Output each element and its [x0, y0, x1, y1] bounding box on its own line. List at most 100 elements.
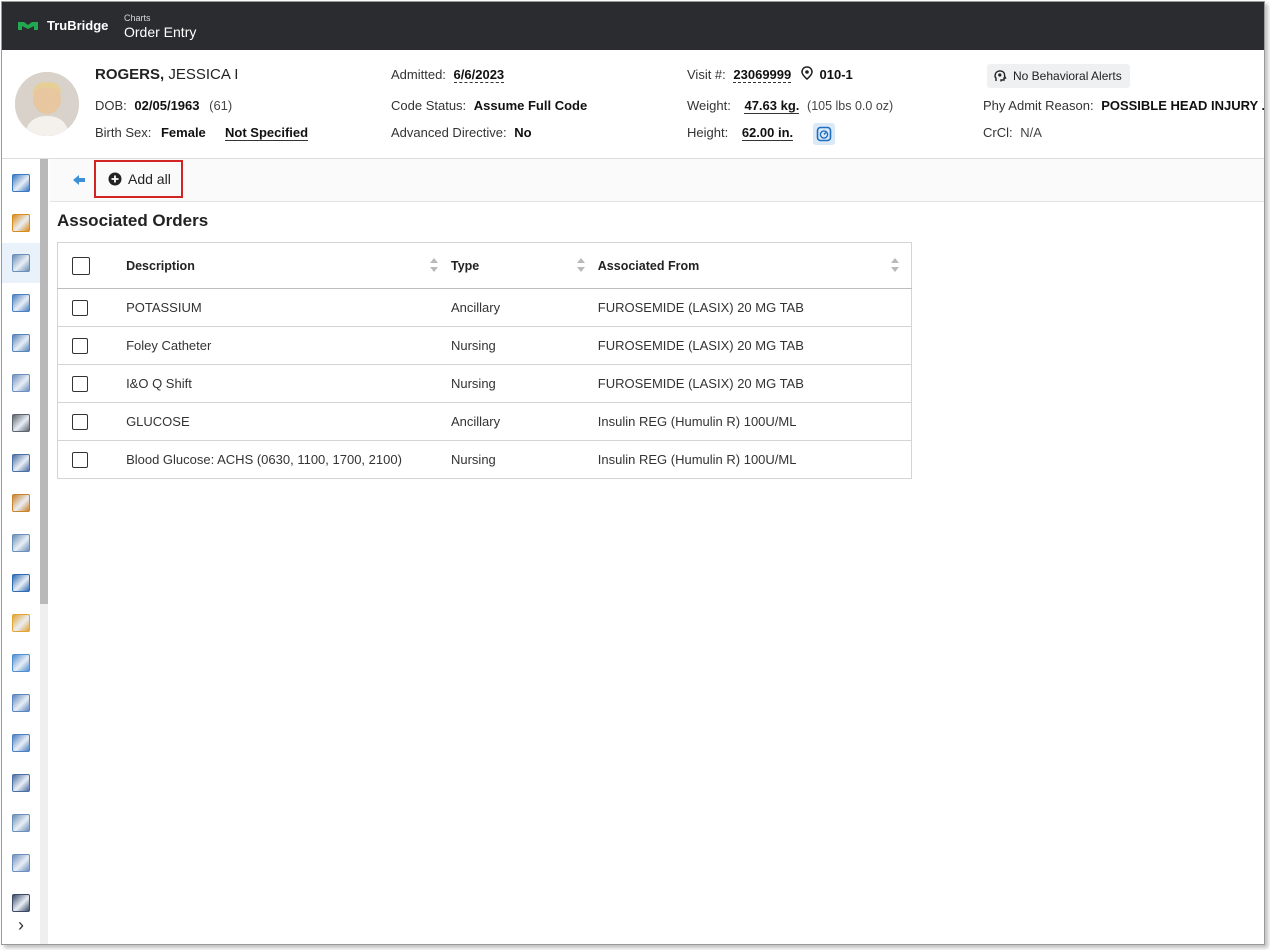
plus-circle-icon [108, 172, 122, 186]
physician-orders-icon [12, 254, 30, 272]
behavioral-head-icon [994, 70, 1007, 82]
provider-icon [12, 814, 30, 832]
sidebar-item[interactable] [2, 563, 40, 603]
sort-icon[interactable] [891, 258, 899, 272]
sidebar-item[interactable] [2, 843, 40, 883]
table-row[interactable]: I&O Q Shift Nursing FUROSEMIDE (LASIX) 2… [57, 364, 912, 403]
select-all-checkbox[interactable] [72, 256, 90, 275]
sidebar-item[interactable] [2, 723, 40, 763]
table-row[interactable]: Blood Glucose: ACHS (0630, 1100, 1700, 2… [57, 440, 912, 479]
sidebar-item[interactable] [2, 483, 40, 523]
scale-button[interactable] [813, 123, 835, 145]
row-description: I&O Q Shift [125, 364, 450, 403]
gender-identity-value[interactable]: Not Specified [225, 125, 309, 141]
row-type: Ancillary [449, 288, 597, 327]
column-header-type[interactable]: Type [449, 242, 597, 289]
code-status-value: Assume Full Code [473, 98, 588, 113]
gender-identity-field[interactable]: Not Specified [225, 125, 309, 141]
medical-folder-icon [12, 614, 30, 632]
pharmacy-icon [12, 334, 30, 352]
weight-label: Weight: [687, 98, 731, 113]
sidebar-item[interactable] [2, 803, 40, 843]
weight-value[interactable]: 47.63 kg. [744, 98, 800, 114]
row-checkbox[interactable] [72, 451, 88, 468]
expand-sidebar-chevron-icon[interactable]: › [2, 906, 40, 944]
row-checkbox[interactable] [72, 337, 88, 354]
birth-sex-value: Female [160, 125, 206, 140]
row-associated-from: FUROSEMIDE (LASIX) 20 MG TAB [596, 288, 912, 327]
row-checkbox[interactable] [72, 413, 88, 430]
sidebar-item[interactable] [2, 443, 40, 483]
global-icon [12, 574, 30, 592]
dob-value: 02/05/1963 [134, 98, 200, 113]
allergy-alert-icon [12, 214, 30, 232]
add-all-label: Add all [128, 171, 171, 187]
sidebar-item[interactable] [2, 763, 40, 803]
sidebar-item[interactable] [2, 603, 40, 643]
advanced-directive-label: Advanced Directive: [391, 125, 507, 140]
row-checkbox[interactable] [72, 375, 88, 392]
sidebar-item[interactable] [2, 643, 40, 683]
behavioral-alert-badge[interactable]: No Behavioral Alerts [987, 64, 1130, 88]
crcl-label: CrCl: [983, 125, 1013, 140]
medications-icon [12, 294, 30, 312]
behavioral-alert-text: No Behavioral Alerts [1013, 69, 1122, 83]
sidebar-item[interactable] [2, 163, 40, 203]
sidebar-item[interactable] [2, 683, 40, 723]
code-status-label: Code Status: [391, 98, 467, 113]
device-icon [12, 414, 30, 432]
back-arrow-icon[interactable] [72, 173, 86, 187]
sort-icon[interactable] [576, 258, 585, 272]
sidebar-item[interactable] [2, 323, 40, 363]
row-associated-from: Insulin REG (Humulin R) 100U/ML [596, 402, 912, 441]
admitted-label: Admitted: [391, 67, 446, 82]
row-type: Nursing [449, 440, 597, 479]
advanced-directive-value: No [514, 125, 532, 140]
admitted-value[interactable]: 6/6/2023 [453, 67, 505, 83]
sidebar-item[interactable] [2, 523, 40, 563]
sidebar-item[interactable] [2, 203, 40, 243]
select-all-cell [57, 242, 126, 289]
column-header-description[interactable]: Description [125, 242, 450, 289]
row-associated-from: FUROSEMIDE (LASIX) 20 MG TAB [596, 326, 912, 365]
row-description: GLUCOSE [125, 402, 450, 441]
row-select-cell [57, 326, 126, 365]
row-select-cell [57, 288, 126, 327]
patient-first-name: JESSICA I [168, 66, 239, 83]
table-row[interactable]: GLUCOSE Ancillary Insulin REG (Humulin R… [57, 402, 912, 441]
visit-value[interactable]: 23069999 [733, 67, 792, 83]
room-value: 010-1 [819, 67, 853, 82]
sort-icon[interactable] [429, 258, 438, 272]
procedures-icon [12, 694, 30, 712]
height-field: Height: 62.00 in. [687, 125, 794, 141]
add-all-button[interactable]: Add all [94, 160, 183, 198]
brand-name: TruBridge [47, 18, 109, 33]
height-value[interactable]: 62.00 in. [741, 125, 794, 141]
admit-reason-field: Phy Admit Reason: POSSIBLE HEAD INJURY .… [983, 98, 1264, 113]
table-row[interactable]: POTASSIUM Ancillary FUROSEMIDE (LASIX) 2… [57, 288, 912, 327]
sidebar-item[interactable] [2, 363, 40, 403]
sidebar-item[interactable] [2, 243, 40, 283]
column-header-associated-from[interactable]: Associated From [596, 242, 912, 289]
row-checkbox[interactable] [72, 299, 88, 316]
sidebar-item[interactable] [2, 403, 40, 443]
database-icon [12, 454, 30, 472]
breadcrumb-parent[interactable]: Charts [124, 13, 151, 23]
row-type: Nursing [449, 364, 597, 403]
row-description: Foley Catheter [125, 326, 450, 365]
crcl-value: N/A [1020, 125, 1042, 140]
column-header-type-label: Type [450, 258, 480, 273]
patient-last-name: ROGERS, [95, 66, 165, 83]
sidebar-scrollbar-thumb[interactable] [40, 159, 48, 604]
patient-icon [12, 494, 30, 512]
documents-icon [12, 374, 30, 392]
visit-label: Visit #: [687, 67, 726, 82]
trubridge-logo-icon [18, 22, 38, 30]
table-row[interactable]: Foley Catheter Nursing FUROSEMIDE (LASIX… [57, 326, 912, 365]
height-label: Height: [687, 125, 729, 140]
code-status-field: Code Status: Assume Full Code [391, 98, 587, 113]
patient-name: ROGERS, JESSICA I [95, 66, 238, 83]
sidebar-item[interactable] [2, 283, 40, 323]
weight-alt-value: (105 lbs 0.0 oz) [807, 99, 894, 113]
dob-label: DOB: [95, 98, 127, 113]
